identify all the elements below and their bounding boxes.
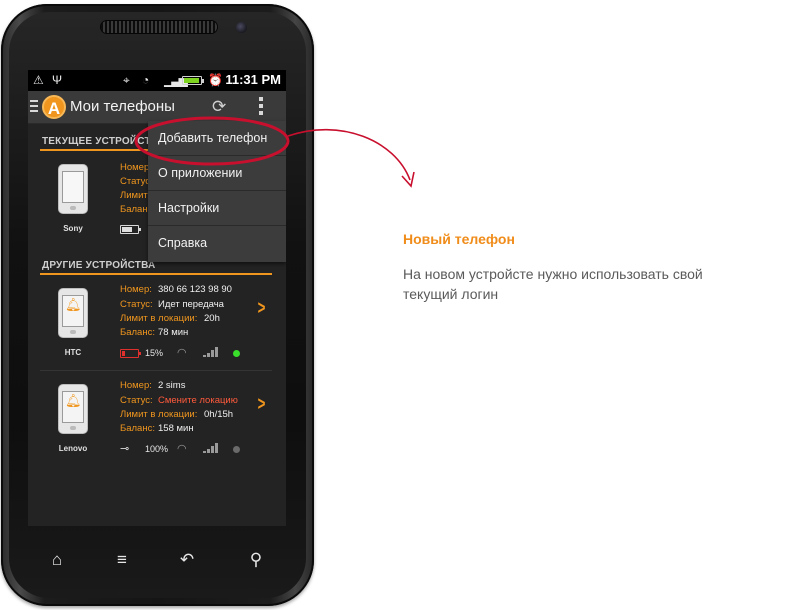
- annotation-title: Новый телефон: [403, 231, 515, 247]
- annotation-text: На новом устройсте нужно использовать св…: [403, 266, 703, 302]
- highlight-ellipse: [134, 116, 290, 166]
- annotation-arrow-line: [287, 128, 411, 181]
- stage: ⚠ Ψ ⌖ ◔ ▁▃▅ ⏰ 11:31 PM A Мои телефоны ⟳ …: [0, 0, 797, 610]
- annotation-overlay: [134, 116, 415, 188]
